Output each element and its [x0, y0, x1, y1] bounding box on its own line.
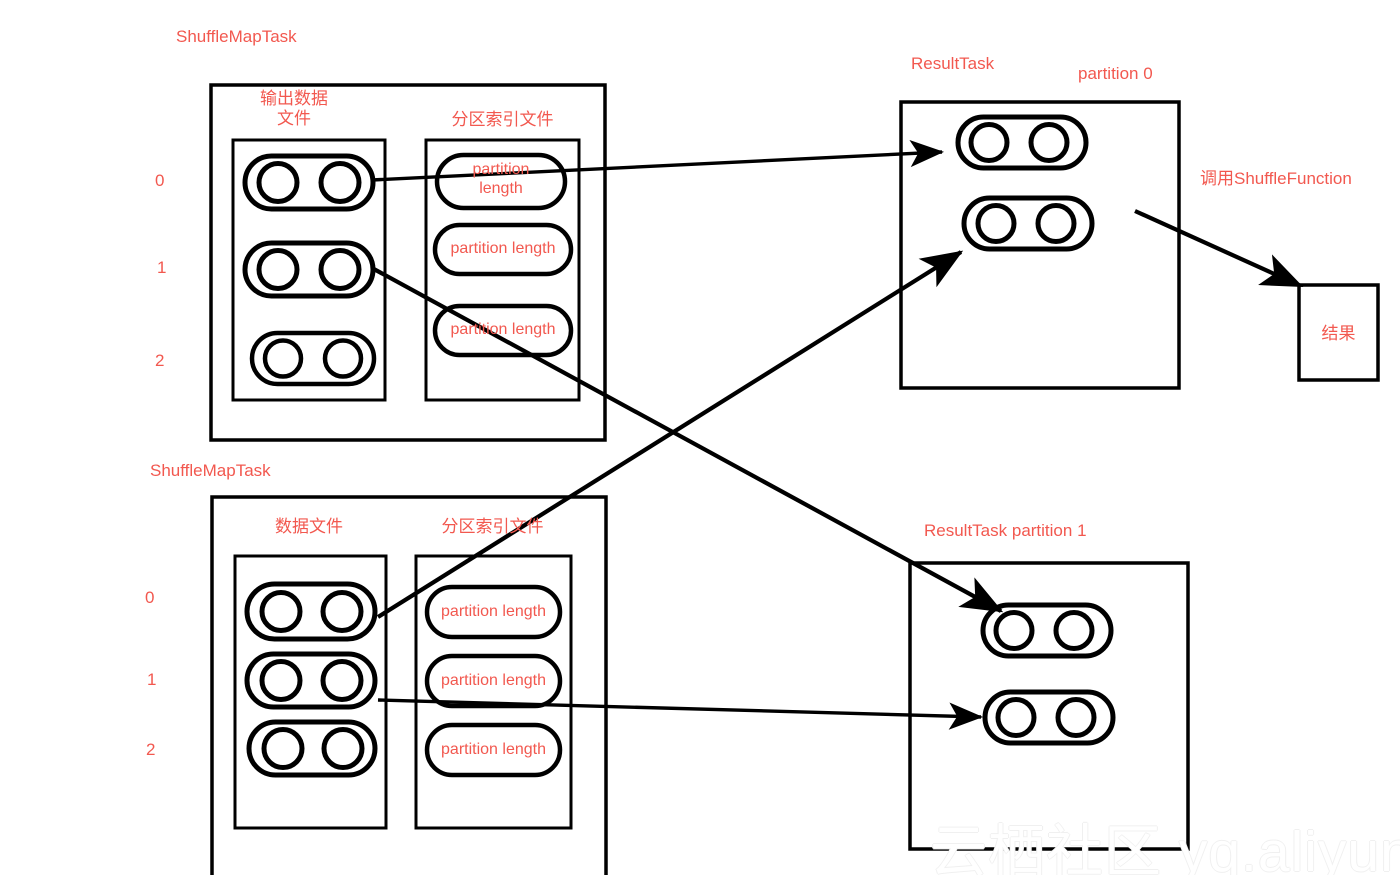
result-task-top-partition-label: partition 0 — [1078, 64, 1153, 83]
map-task-top-title: ShuffleMapTask — [176, 27, 297, 46]
map-task-bottom-index-label-2: partition length — [441, 741, 546, 758]
result-output-label: 结果 — [1321, 324, 1356, 343]
map-task-top-index-file-header: 分区索引文件 — [451, 110, 554, 129]
map-task-top-data-file-header-line1: 输出数据 — [260, 89, 328, 108]
map-task-top-outer-box — [209, 83, 607, 442]
result-task-top-block-0 — [955, 114, 1089, 171]
map-task-top-index-label-0: partition length — [437, 161, 565, 199]
map-task-bottom-data-block-2 — [246, 719, 378, 778]
map-task-bottom-index-file-header: 分区索引文件 — [441, 517, 544, 536]
result-task-top-box — [899, 100, 1181, 390]
diagram-canvas: ShuffleMapTask 输出数据 文件 分区索引文件 0 1 2 part… — [0, 0, 1400, 875]
result-task-bottom-block-0 — [980, 602, 1114, 659]
map-task-bottom-index-file-column — [414, 554, 573, 830]
map-task-top-index-label-1: partition length — [450, 240, 556, 257]
diagram-shapes — [209, 83, 1380, 875]
watermark: 云栖社区 yq.aliyun.com — [930, 820, 1400, 875]
map-task-bottom-title: ShuffleMapTask — [150, 461, 271, 480]
map-task-bottom-row-index-1: 1 — [147, 670, 157, 689]
map-task-top-data-file-header-line2: 文件 — [277, 109, 311, 129]
map-task-top-index-label-0-line1: partition — [472, 161, 530, 178]
map-task-top-index-label-2: partition length — [450, 321, 556, 338]
map-task-bottom-row-index-2: 2 — [146, 740, 156, 759]
map-task-top-data-block-1 — [242, 240, 376, 299]
map-task-bottom-index-label-1: partition length — [441, 672, 546, 689]
result-task-bottom-label: ResultTask partition 1 — [924, 521, 1087, 540]
map-task-top-data-block-0 — [242, 153, 376, 212]
result-task-top-label: ResultTask — [911, 54, 995, 73]
arrow-map1-row1-to-result1-block1 — [377, 698, 984, 730]
result-task-bottom-block-1 — [982, 689, 1116, 746]
result-task-top-block-1 — [961, 195, 1095, 252]
map-task-top-index-label-0-line2: length — [479, 179, 523, 197]
map-task-bottom-data-block-0 — [244, 581, 378, 642]
map-task-top-row-index-0: 0 — [155, 171, 165, 190]
map-task-bottom-data-block-1 — [244, 651, 378, 710]
map-task-top-row-index-1: 1 — [157, 258, 167, 277]
call-shuffle-function-label: 调用ShuffleFunction — [1200, 169, 1352, 188]
map-task-top-data-block-2 — [249, 330, 377, 387]
map-task-bottom-data-file-header: 数据文件 — [275, 517, 343, 536]
arrow-shufflefunction-to-result — [1134, 209, 1304, 288]
map-task-top-row-index-2: 2 — [155, 351, 165, 370]
map-task-bottom-data-file-column — [233, 554, 388, 830]
map-task-bottom-row-index-0: 0 — [145, 588, 155, 607]
map-task-bottom-index-label-0: partition length — [441, 603, 546, 620]
map-task-top-data-file-header: 输出数据 文件 — [236, 89, 352, 129]
